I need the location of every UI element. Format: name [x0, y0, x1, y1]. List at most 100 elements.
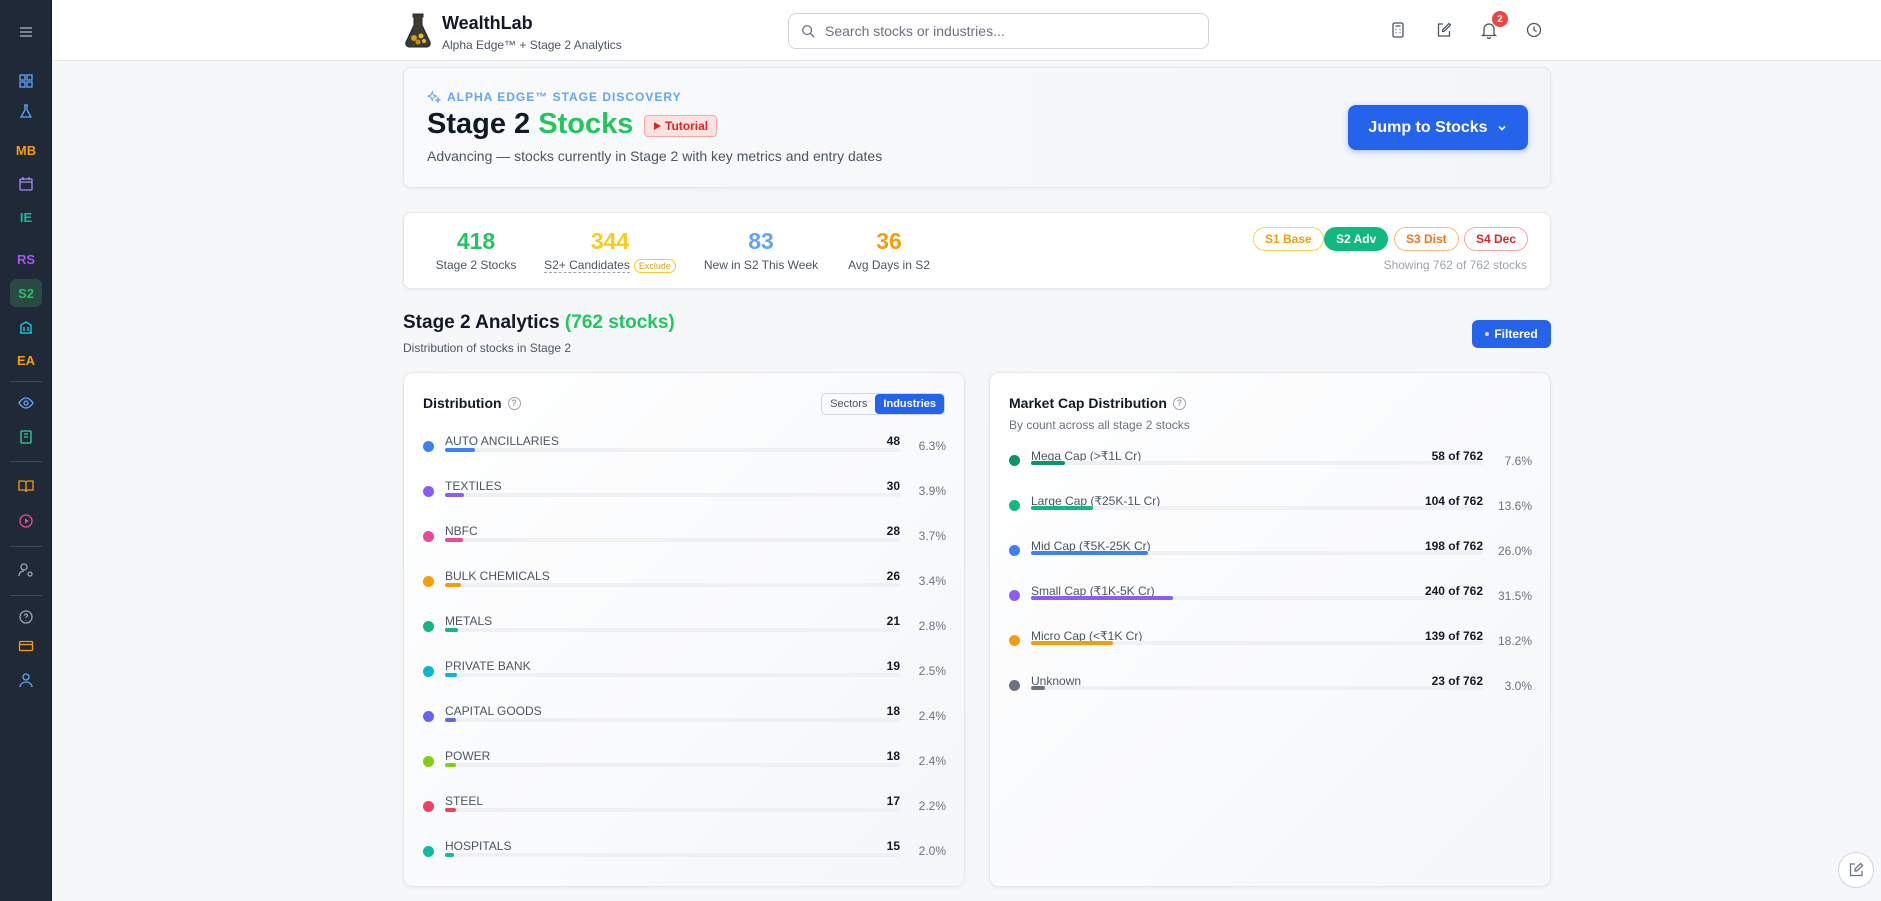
stage-filter-s4[interactable]: S4 Dec	[1464, 227, 1529, 251]
bar-fill	[445, 583, 461, 587]
market-cap-title: Market Cap Distribution ?	[1009, 395, 1186, 411]
market-cap-row[interactable]: Small Cap (₹1K-5K Cr) 240 of 762 31.5%	[1009, 584, 1532, 624]
distribution-row[interactable]: TEXTILES 30 3.9%	[423, 479, 946, 519]
sidebar-divider	[10, 595, 42, 596]
legend-dot	[423, 621, 434, 632]
row-percent: 2.4%	[918, 754, 946, 768]
clock-icon[interactable]	[1525, 21, 1543, 39]
distribution-title: Distribution ?	[423, 395, 521, 411]
wealthlab-logo[interactable]	[402, 12, 434, 48]
row-label: STEEL	[445, 794, 484, 808]
jump-to-stocks-label: Jump to Stocks	[1368, 118, 1488, 136]
sidebar-item-ea[interactable]: EA	[10, 346, 42, 374]
bar-fill	[445, 763, 456, 767]
hero-eyebrow-text: ALPHA EDGE™ STAGE DISCOVERY	[447, 90, 682, 104]
sidebar-item-mb[interactable]: MB	[10, 136, 42, 164]
distribution-panel: Distribution ? Sectors Industries AUTO A…	[403, 372, 965, 887]
market-cap-row[interactable]: Unknown 23 of 762 3.0%	[1009, 674, 1532, 714]
bar-track	[1031, 461, 1483, 465]
row-percent: 2.4%	[918, 709, 946, 723]
sidebar-item-s2[interactable]: S2	[10, 279, 42, 307]
help-circle-icon[interactable]: ?	[507, 396, 521, 410]
bar-track	[1031, 551, 1483, 555]
legend-dot	[1009, 635, 1020, 646]
market-cap-title-text: Market Cap Distribution	[1009, 395, 1167, 411]
analytics-title: Stage 2 Analytics (762 stocks)	[403, 312, 675, 334]
bar-fill	[445, 628, 458, 632]
edit-icon[interactable]	[1435, 21, 1453, 39]
user-settings-icon[interactable]	[10, 556, 42, 584]
sidebar-item-ie[interactable]: IE	[10, 203, 42, 231]
distribution-row[interactable]: HOSPITALS 15 2.0%	[423, 839, 946, 879]
distribution-row[interactable]: PRIVATE BANK 19 2.5%	[423, 659, 946, 699]
bar-track	[445, 628, 900, 632]
tutorial-button[interactable]: Tutorial	[644, 115, 718, 137]
jump-to-stocks-button[interactable]: Jump to Stocks	[1348, 105, 1528, 150]
tutorial-label: Tutorial	[665, 119, 709, 133]
market-cap-row[interactable]: Micro Cap (<₹1K Cr) 139 of 762 18.2%	[1009, 629, 1532, 669]
distribution-row[interactable]: METALS 21 2.8%	[423, 614, 946, 654]
stat-label-row: S2+ Candidates Exclude	[536, 258, 684, 273]
user-icon[interactable]	[10, 666, 42, 694]
legend-dot	[423, 666, 434, 677]
distribution-row[interactable]: BULK CHEMICALS 26 3.4%	[423, 569, 946, 609]
calculator-icon[interactable]	[1389, 21, 1407, 39]
hero-subtitle: Advancing — stocks currently in Stage 2 …	[427, 148, 883, 164]
bar-track	[1031, 686, 1483, 690]
row-percent: 6.3%	[918, 439, 946, 453]
stage-filter-s1[interactable]: S1 Base	[1253, 227, 1324, 251]
exclude-tag[interactable]: Exclude	[633, 258, 676, 273]
calendar-icon[interactable]	[10, 170, 42, 198]
tab-industries[interactable]: Industries	[875, 394, 944, 414]
sidebar-divider	[10, 381, 42, 382]
distribution-row[interactable]: POWER 18 2.4%	[423, 749, 946, 789]
card-icon[interactable]	[10, 632, 42, 660]
stat-new-this-week: 83 New in S2 This Week	[702, 228, 820, 272]
row-percent: 3.7%	[918, 529, 946, 543]
market-cap-row[interactable]: Large Cap (₹25K-1L Cr) 104 of 762 13.6%	[1009, 494, 1532, 534]
row-count: 15	[886, 839, 900, 853]
stage-filter-s3[interactable]: S3 Dist	[1394, 227, 1459, 251]
stage-filter-s2[interactable]: S2 Adv	[1324, 227, 1389, 251]
notebook-icon[interactable]	[10, 423, 42, 451]
row-label: BULK CHEMICALS	[445, 569, 550, 583]
help-icon[interactable]	[10, 603, 42, 631]
building-icon[interactable]	[10, 313, 42, 341]
feedback-button[interactable]	[1838, 852, 1874, 888]
stat-value: 83	[748, 228, 774, 254]
bar-fill	[1031, 686, 1045, 690]
help-circle-icon[interactable]: ?	[1172, 396, 1186, 410]
distribution-row[interactable]: AUTO ANCILLARIES 48 6.3%	[423, 434, 946, 474]
flask-icon[interactable]	[10, 97, 42, 125]
legend-dot	[423, 441, 434, 452]
dashboard-icon[interactable]	[10, 67, 42, 95]
row-percent: 2.2%	[918, 799, 946, 813]
distribution-row[interactable]: CAPITAL GOODS 18 2.4%	[423, 704, 946, 744]
stat-value: 418	[456, 228, 496, 254]
stat-stage2-stocks: 418 Stage 2 Stocks	[426, 228, 526, 272]
bar-fill	[445, 808, 456, 812]
menu-icon[interactable]	[10, 18, 42, 46]
search-box[interactable]	[788, 13, 1209, 49]
distribution-row[interactable]: STEEL 17 2.2%	[423, 794, 946, 834]
market-cap-row[interactable]: Mega Cap (>₹1L Cr) 58 of 762 7.6%	[1009, 449, 1532, 489]
eye-icon[interactable]	[10, 389, 42, 417]
filtered-button[interactable]: Filtered	[1472, 320, 1551, 348]
search-input[interactable]	[825, 23, 1185, 39]
bar-fill	[445, 718, 456, 722]
distribution-row[interactable]: NBFC 28 3.7%	[423, 524, 946, 564]
row-percent: 3.9%	[918, 484, 946, 498]
tab-sectors[interactable]: Sectors	[822, 394, 875, 414]
book-icon[interactable]	[10, 472, 42, 500]
stat-value: 36	[876, 228, 902, 254]
legend-dot	[423, 801, 434, 812]
stats-card: 418 Stage 2 Stocks 344 S2+ Candidates Ex…	[403, 212, 1551, 289]
legend-dot	[1009, 545, 1020, 556]
bar-fill	[445, 538, 463, 542]
sidebar-item-rs[interactable]: RS	[10, 245, 42, 273]
market-cap-row[interactable]: Mid Cap (₹5K-25K Cr) 198 of 762 26.0%	[1009, 539, 1532, 579]
legend-dot	[1009, 680, 1020, 691]
play-circle-icon[interactable]	[10, 507, 42, 535]
stat-s2-candidates[interactable]: 344 S2+ Candidates Exclude	[536, 228, 684, 273]
market-cap-subtitle: By count across all stage 2 stocks	[1009, 418, 1190, 432]
